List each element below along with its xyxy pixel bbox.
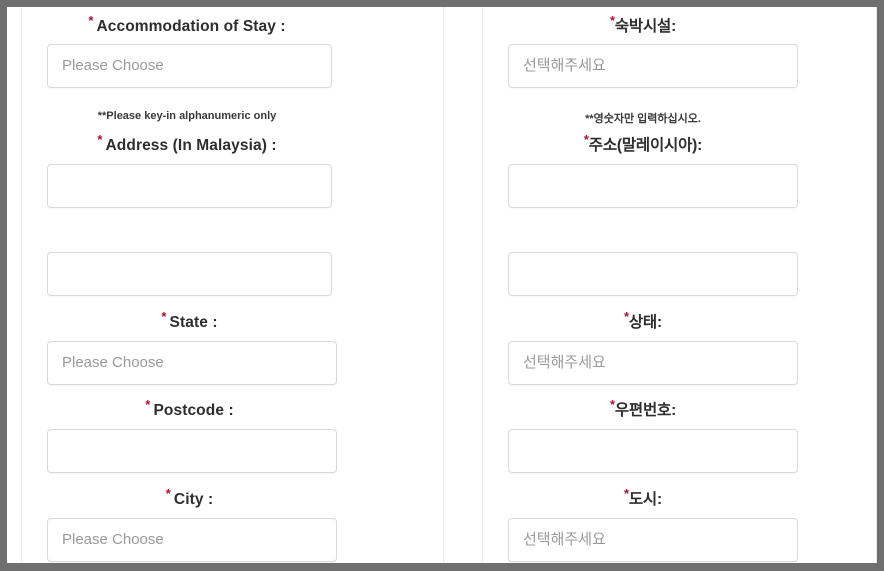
helper-address-alphanumeric-ko: **영숫자만 입력하십시오. xyxy=(585,113,701,125)
required-asterisk-icon: * xyxy=(165,485,171,501)
window-frame-top xyxy=(0,0,884,7)
label-text: Address (In Malaysia) : xyxy=(105,137,277,154)
input-state-en[interactable]: Please Choose xyxy=(47,341,337,385)
required-asterisk-icon: * xyxy=(145,396,151,412)
input-accommodation-of-stay-en[interactable]: Please Choose xyxy=(47,44,332,88)
label-text: State : xyxy=(169,314,218,331)
screenshot-root: * Accommodation of Stay : Please Choose *… xyxy=(0,0,884,571)
label-accommodation-of-stay-en: * Accommodation of Stay : xyxy=(32,14,342,35)
input-address-line-1-ko[interactable] xyxy=(508,164,798,208)
form-page: * Accommodation of Stay : Please Choose *… xyxy=(7,7,877,563)
input-state-ko[interactable]: 선택해주세요 xyxy=(508,341,798,385)
label-address-in-malaysia-en: * Address (In Malaysia) : xyxy=(32,133,342,154)
window-frame-right xyxy=(877,0,884,571)
input-postcode-en[interactable] xyxy=(47,429,337,473)
column-korean: *숙박시설: 선택해주세요 **영숫자만 입력하십시오. *주소(말레이시아): xyxy=(483,7,876,563)
input-city-ko[interactable]: 선택해주세요 xyxy=(508,518,798,562)
required-asterisk-icon: * xyxy=(88,12,94,28)
divider-right xyxy=(876,7,877,563)
column-english: * Accommodation of Stay : Please Choose *… xyxy=(22,7,443,563)
label-text: Accommodation of Stay : xyxy=(96,18,286,35)
input-address-line-1-en[interactable] xyxy=(47,164,332,208)
label-city-en: * City : xyxy=(32,487,347,508)
label-text: 우편번호: xyxy=(614,402,677,419)
input-address-line-2-en[interactable] xyxy=(47,252,332,296)
label-postcode-ko: *우편번호: xyxy=(498,398,788,419)
required-asterisk-icon: * xyxy=(161,308,167,324)
label-state-en: * State : xyxy=(32,310,347,331)
label-text: 숙박시설: xyxy=(614,18,677,35)
label-text: City : xyxy=(173,491,214,508)
input-accommodation-of-stay-ko[interactable]: 선택해주세요 xyxy=(508,44,798,88)
label-address-in-malaysia-ko: *주소(말레이시아): xyxy=(498,133,788,154)
input-city-en[interactable]: Please Choose xyxy=(47,518,337,562)
label-postcode-en: * Postcode : xyxy=(32,398,347,419)
window-frame-left xyxy=(0,0,7,571)
label-text: 상태: xyxy=(628,314,662,331)
window-frame-bottom xyxy=(0,563,884,571)
input-address-line-2-ko[interactable] xyxy=(508,252,798,296)
divider-column-inner xyxy=(443,7,444,563)
label-accommodation-of-stay-ko: *숙박시설: xyxy=(498,14,788,35)
label-text: 주소(말레이시아): xyxy=(588,137,703,154)
required-asterisk-icon: * xyxy=(97,131,103,147)
label-state-ko: *상태: xyxy=(498,310,788,331)
label-text: 도시: xyxy=(628,491,662,508)
input-postcode-ko[interactable] xyxy=(508,429,798,473)
helper-address-alphanumeric-en: **Please key-in alphanumeric only xyxy=(97,110,277,122)
label-text: Postcode : xyxy=(153,402,234,419)
label-city-ko: *도시: xyxy=(498,487,788,508)
